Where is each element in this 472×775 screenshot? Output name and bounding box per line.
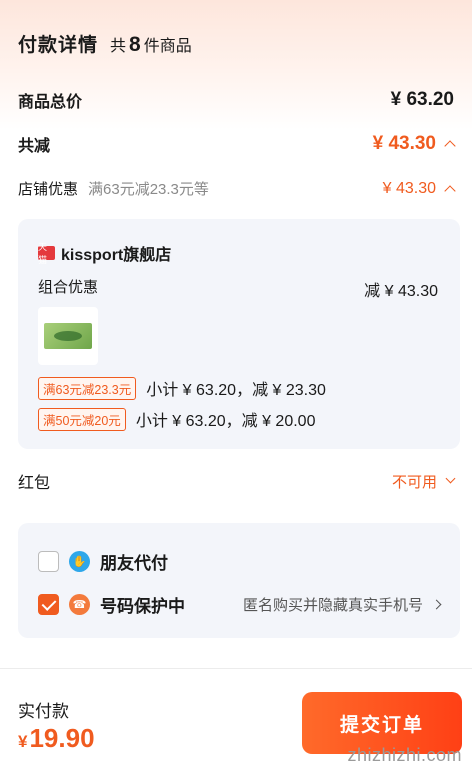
goods-total-row: 商品总价 ¥ 63.20 [18, 88, 454, 112]
redbag-status: 不可用 [391, 473, 437, 491]
product-image [44, 323, 92, 349]
number-protect-option[interactable]: ☎ 号码保护中 匿名购买并隐藏真实手机号 [38, 592, 442, 617]
chevron-right-icon [431, 599, 442, 610]
pay-label: 实付款 [18, 702, 69, 721]
page-title: 付款详情 [18, 35, 99, 56]
footer-divider [0, 668, 472, 669]
total-reduce-amount: ¥ 43.30 [372, 133, 436, 154]
total-reduce-value: ¥ 43.30 [372, 133, 456, 155]
item-count-suffix: 件商品 [143, 38, 192, 55]
store-discount-value: ¥ 43.30 [382, 179, 456, 198]
combo-discount-label: 组合优惠 [38, 279, 99, 296]
chevron-up-icon[interactable] [444, 184, 456, 197]
watermark-text: zhizhizhi.com [347, 745, 462, 765]
chevron-down-icon[interactable] [445, 473, 456, 483]
options-card: ✋ 朋友代付 ☎ 号码保护中 匿名购买并隐藏真实手机号 [18, 523, 460, 638]
item-count-number: 8 [129, 33, 141, 56]
store-discount-sub: 满63元减23.3元等 [88, 181, 209, 198]
promo-line: 满50元减20元 小计 ¥ 63.20，减 ¥ 20.00 [38, 407, 315, 431]
shop-line: 天猫 kissport旗舰店 [38, 241, 171, 265]
page-header: 付款详情 共 8 件商品 [18, 30, 192, 57]
redbag-row[interactable]: 红包 不可用 [18, 469, 456, 493]
store-discount-row[interactable]: 店铺优惠 满63元减23.3元等 ¥ 43.30 [18, 178, 456, 199]
number-protect-checkbox[interactable] [38, 594, 59, 615]
tmall-badge-icon: 天猫 [38, 242, 55, 265]
store-discount-left: 店铺优惠 满63元减23.3元等 [18, 178, 209, 199]
combo-discount-amount: 减 ¥ 43.30 [364, 283, 438, 300]
pay-amount: ¥19.90 [18, 723, 95, 754]
promo-tag: 满50元减20元 [38, 407, 126, 431]
goods-total-amount: ¥ 63.20 [390, 89, 454, 110]
item-count-prefix: 共 [110, 38, 127, 55]
promo-text: 小计 ¥ 63.20，减 ¥ 20.00 [135, 413, 316, 430]
friend-pay-option[interactable]: ✋ 朋友代付 [38, 549, 440, 574]
product-thumbnail[interactable] [38, 307, 98, 365]
total-reduce-row[interactable]: 共减 ¥ 43.30 [18, 132, 456, 156]
handshake-icon: ✋ [69, 551, 90, 572]
number-protect-hint-link[interactable]: 匿名购买并隐藏真实手机号 [242, 594, 442, 615]
promo-line: 满63元减23.3元 小计 ¥ 63.20，减 ¥ 23.30 [38, 376, 326, 400]
goods-total-label: 商品总价 [18, 94, 83, 111]
shop-discount-card: 天猫 kissport旗舰店 组合优惠 减 ¥ 43.30 满63元减23.3元… [18, 219, 460, 449]
item-count: 共 8 件商品 [110, 32, 192, 57]
phone-shield-icon: ☎ [69, 594, 90, 615]
promo-text: 小计 ¥ 63.20，减 ¥ 23.30 [146, 382, 326, 399]
redbag-label: 红包 [18, 475, 51, 492]
pay-amount-value: 19.90 [29, 723, 95, 753]
currency-symbol: ¥ [18, 732, 28, 751]
number-protect-hint: 匿名购买并隐藏真实手机号 [242, 597, 423, 614]
number-protect-label: 号码保护中 [100, 597, 185, 616]
friend-pay-checkbox[interactable] [38, 551, 59, 572]
chevron-up-icon[interactable] [444, 140, 456, 152]
promo-tag: 满63元减23.3元 [38, 376, 137, 400]
store-discount-label: 店铺优惠 [18, 181, 79, 198]
store-discount-amount: ¥ 43.30 [382, 179, 436, 197]
total-reduce-label: 共减 [18, 138, 51, 155]
redbag-value: 不可用 [391, 471, 456, 492]
friend-pay-label: 朋友代付 [100, 554, 168, 573]
shop-name[interactable]: kissport旗舰店 [61, 241, 171, 265]
